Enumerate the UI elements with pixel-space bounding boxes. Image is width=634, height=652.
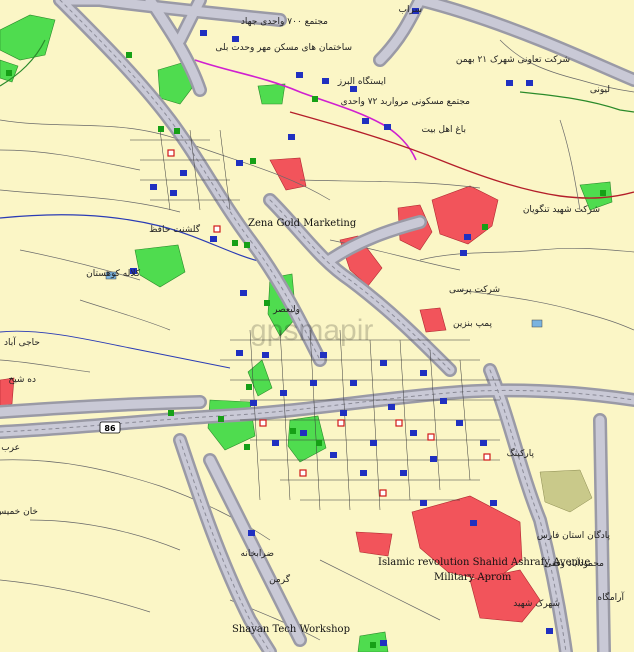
label-en-3: Shayan Tech Workshop (232, 624, 350, 635)
label-fa-16: محمودآباد وقفی (544, 557, 604, 569)
label-fa-20: سراب (399, 5, 422, 15)
label-fa-12: ده شیخ (8, 375, 36, 385)
label-en-2: Military Aprom (434, 572, 512, 583)
label-en-0: Zena Gold Marketing (248, 218, 357, 229)
label-fa-18: ولیعصر (272, 305, 300, 315)
label-fa-24: گرمن (269, 573, 291, 585)
label-fa-15: پادگان استان فارس (537, 529, 611, 541)
map-canvas[interactable]: 86 gpsmapir Zena Gold Marketing Islamic … (0, 0, 634, 652)
watermark: gpsmapir (250, 314, 373, 347)
label-fa-2: مجتمع مسکونی مرواربد ۷۲ واحدی (341, 97, 471, 107)
label-fa-7: شرکت پرسی (449, 285, 500, 295)
road-shield: 86 (99, 421, 121, 434)
label-fa-21: شهرک شهید (513, 598, 560, 609)
label-fa-14: پارکینگ (507, 447, 535, 459)
label-fa-8: پمپ بنزین (453, 319, 492, 329)
label-fa-23: ضرابخانه (241, 549, 275, 559)
label-fa-5: شرکت تعاونی شهرک ۲۱ بهمن (456, 54, 570, 65)
label-fa-13: خان خمیس (0, 507, 38, 517)
label-fa-4: باغ اهل بیت (422, 125, 466, 135)
label-fa-9: کلاله کوهستان (86, 269, 141, 279)
image-marker-icon-2[interactable] (531, 319, 543, 328)
label-fa-3: ایستگاه البرز (337, 75, 386, 87)
label-fa-10: گلشنت حافظ (149, 223, 201, 235)
label-fa-17: آرامگاه (597, 591, 624, 603)
label-fa-1: ساختمان های مسکن مهر وحدت بلی (215, 43, 352, 53)
label-fa-0: مجتمع ۷۰۰ واحدی جهاد (241, 17, 328, 27)
label-fa-6: شرکت شهید تنگویان (523, 203, 600, 215)
label-fa-19: لیونی (590, 85, 610, 95)
label-fa-11: حاجی آباد (4, 336, 40, 348)
road-shield-number: 86 (104, 424, 116, 433)
label-fa-22: عرب (1, 443, 20, 453)
